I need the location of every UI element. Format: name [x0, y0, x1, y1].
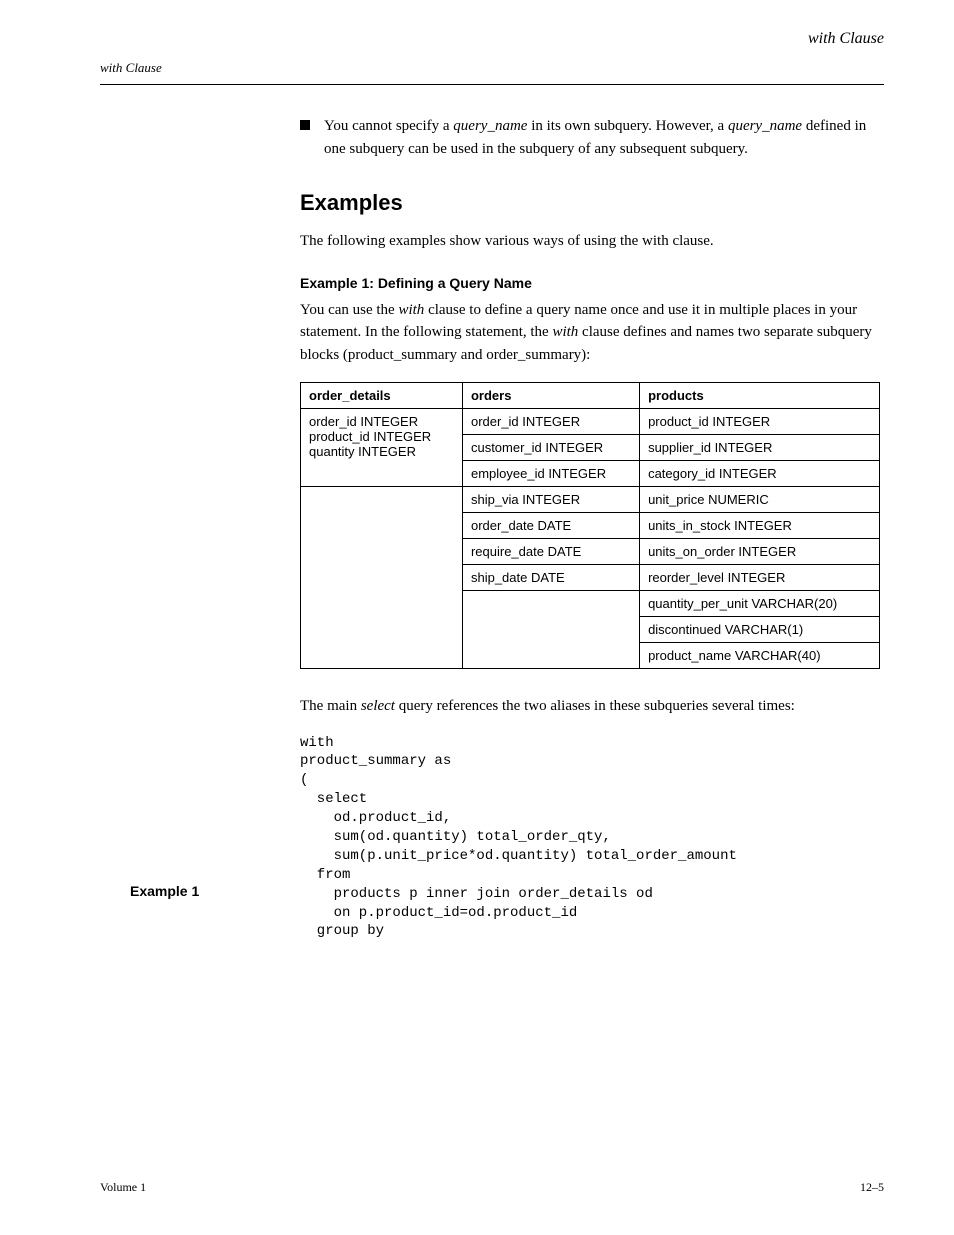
table-cell: unit_price NUMERIC	[640, 487, 880, 513]
running-head-right: with Clause	[808, 30, 884, 48]
bullet-item: You cannot specify a query_name in its o…	[300, 115, 884, 160]
main-content: You cannot specify a query_name in its o…	[300, 115, 884, 718]
footer-right: 12–5	[860, 1180, 884, 1195]
examples-heading: Examples	[300, 190, 884, 216]
bullet-text: You cannot specify a query_name in its o…	[324, 115, 884, 160]
table-cell: supplier_id INTEGER	[640, 435, 880, 461]
table-row: order_id INTEGER product_id INTEGER quan…	[301, 409, 880, 435]
table-cell: product_name VARCHAR(40)	[640, 643, 880, 669]
table-cell: discontinued VARCHAR(1)	[640, 617, 880, 643]
table-header: orders	[462, 383, 639, 409]
table-cell: product_id INTEGER	[640, 409, 880, 435]
table-header-row: order_details orders products	[301, 383, 880, 409]
footer-left: Volume 1	[100, 1180, 146, 1195]
example1-text: You can use the with clause to define a …	[300, 299, 884, 367]
header-rule	[100, 84, 884, 85]
table-cell: units_on_order INTEGER	[640, 539, 880, 565]
table-cell-empty	[462, 591, 639, 669]
side-label-example1: Example 1	[130, 883, 199, 899]
table-cell: ship_date DATE	[462, 565, 639, 591]
example1-body-text: The main select query references the two…	[300, 695, 884, 718]
table-cell: units_in_stock INTEGER	[640, 513, 880, 539]
square-bullet-icon	[300, 120, 310, 130]
table-cell: ship_via INTEGER	[462, 487, 639, 513]
table-header: products	[640, 383, 880, 409]
table-cell: quantity_per_unit VARCHAR(20)	[640, 591, 880, 617]
sql-block: with product_summary as ( select od.prod…	[300, 734, 884, 942]
table-cell: employee_id INTEGER	[462, 461, 639, 487]
table-cell-empty	[301, 487, 463, 669]
table-cell: order_id INTEGER	[462, 409, 639, 435]
order-details-cell: order_id INTEGER product_id INTEGER quan…	[301, 409, 463, 487]
example1-heading: Example 1: Defining a Query Name	[300, 275, 884, 291]
table-cell: category_id INTEGER	[640, 461, 880, 487]
table-row: ship_via INTEGER unit_price NUMERIC	[301, 487, 880, 513]
examples-intro: The following examples show various ways…	[300, 230, 884, 253]
schema-table: order_details orders products order_id I…	[300, 382, 880, 669]
table-cell: reorder_level INTEGER	[640, 565, 880, 591]
table-cell: customer_id INTEGER	[462, 435, 639, 461]
page-footer: Volume 1 12–5	[100, 1180, 884, 1195]
running-head-left: with Clause	[100, 60, 884, 76]
sql-code: with product_summary as ( select od.prod…	[300, 734, 884, 942]
table-cell: require_date DATE	[462, 539, 639, 565]
table-header: order_details	[301, 383, 463, 409]
table-cell: order_date DATE	[462, 513, 639, 539]
page: with Clause with Clause You cannot speci…	[0, 0, 954, 1235]
